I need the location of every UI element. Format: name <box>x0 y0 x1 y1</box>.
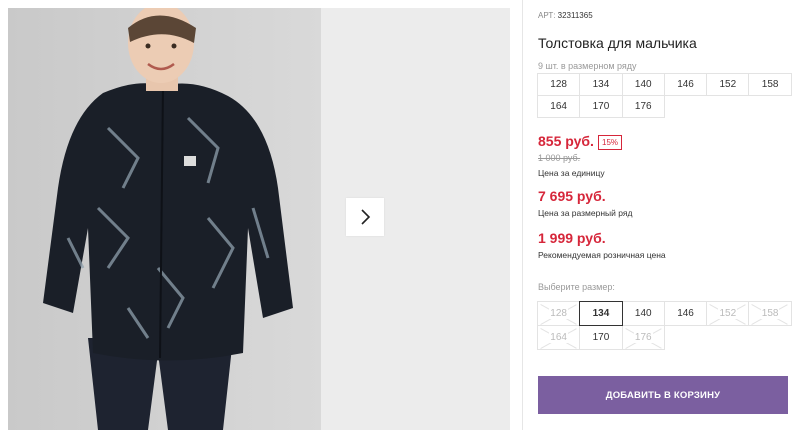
product-gallery <box>8 8 510 430</box>
size-row-cell: 128 <box>537 73 581 96</box>
size-row-cell: 140 <box>621 73 665 96</box>
size-option[interactable]: 140 <box>621 301 665 326</box>
unit-price: 855 руб. <box>538 133 594 149</box>
size-row-cell: 152 <box>706 73 750 96</box>
size-row-cell: 158 <box>748 73 792 96</box>
size-selector: 128 134 140 146 152 158 164 170 176 <box>537 301 792 350</box>
size-row-cell: 170 <box>579 95 623 118</box>
size-row-cell: 134 <box>579 73 623 96</box>
size-option: 176 <box>621 325 665 350</box>
gallery-next-button[interactable] <box>346 198 384 236</box>
size-option: 164 <box>537 325 581 350</box>
column-divider <box>522 0 523 430</box>
product-photo <box>8 8 321 430</box>
size-row-cell: 176 <box>621 95 665 118</box>
old-price: 1 000 руб. <box>538 153 581 163</box>
size-option[interactable]: 146 <box>663 301 708 326</box>
row-price-caption: Цена за размерный ряд <box>538 208 633 218</box>
discount-badge: 15% <box>598 135 623 150</box>
chevron-right-icon <box>361 209 371 225</box>
row-price: 7 695 руб. <box>538 188 606 204</box>
size-option-selected[interactable]: 134 <box>579 301 623 326</box>
size-row-cell: 164 <box>537 95 581 118</box>
article-number: АРТ: 32311365 <box>538 11 593 20</box>
size-row-grid: 128 134 140 146 152 158 164 170 176 <box>537 73 792 118</box>
size-select-label: Выберите размер: <box>538 282 615 292</box>
size-option: 152 <box>706 301 750 326</box>
unit-price-caption: Цена за единицу <box>538 168 605 178</box>
size-option: 128 <box>537 301 581 326</box>
size-row-cell: 146 <box>663 73 708 96</box>
retail-price-caption: Рекомендуемая розничная цена <box>538 250 666 260</box>
size-option: 158 <box>748 301 792 326</box>
add-to-cart-button[interactable]: ДОБАВИТЬ В КОРЗИНУ <box>538 376 788 414</box>
size-row-note: 9 шт. в размерном ряду <box>538 61 637 71</box>
product-title: Толстовка для мальчика <box>538 35 697 51</box>
size-option[interactable]: 170 <box>579 325 623 350</box>
retail-price: 1 999 руб. <box>538 230 606 246</box>
